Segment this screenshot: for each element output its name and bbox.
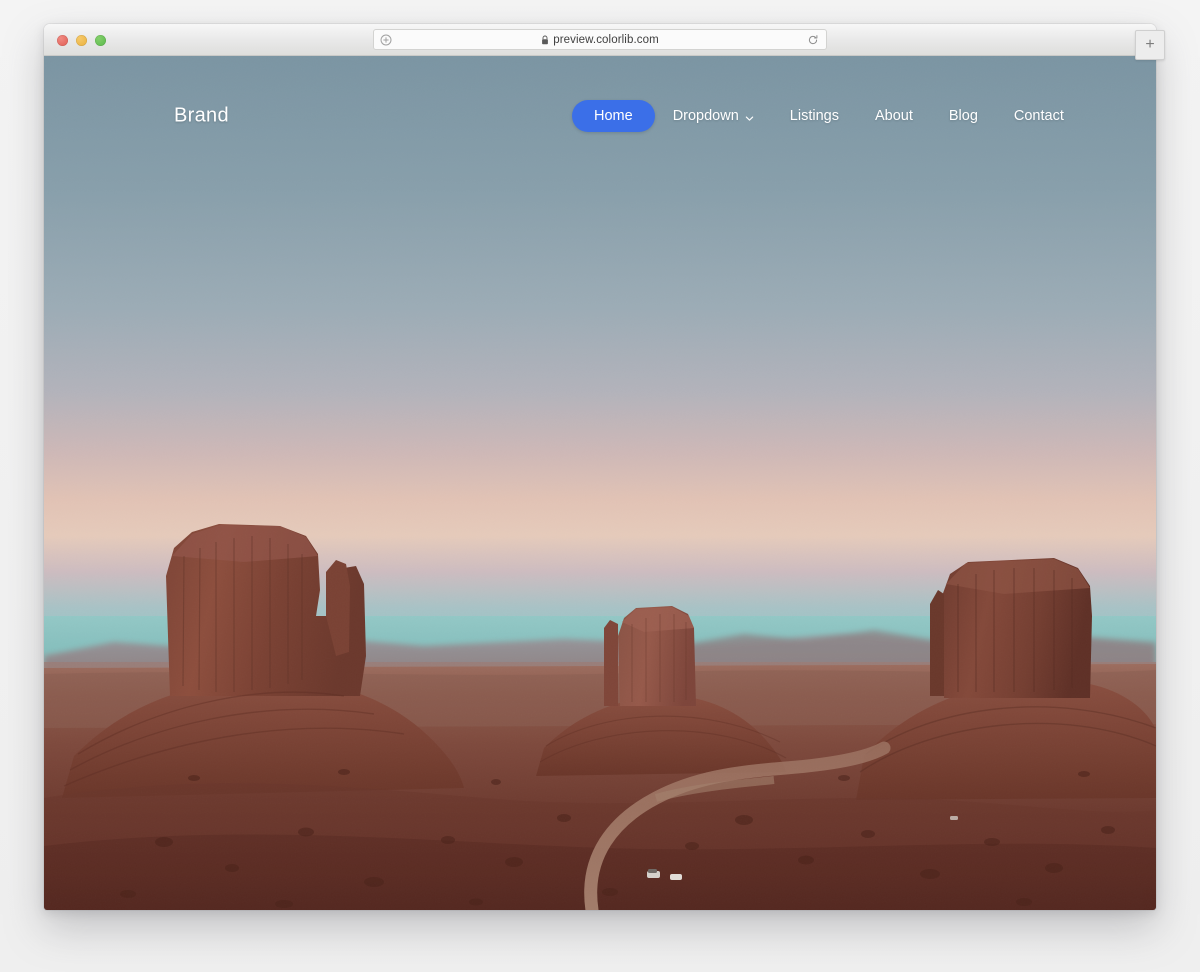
nav-item-contact[interactable]: Contact [996, 101, 1082, 131]
nav-links: Home Dropdown Listings About Blog Contac… [572, 100, 1082, 132]
nav-item-blog[interactable]: Blog [931, 101, 996, 131]
browser-titlebar: preview.colorlib.com + [44, 24, 1165, 60]
nav-item-listings[interactable]: Listings [772, 101, 857, 131]
add-site-icon[interactable] [380, 34, 392, 46]
chevron-down-icon [745, 111, 754, 121]
brand-logo[interactable]: Brand [174, 105, 229, 128]
window-controls [57, 24, 106, 56]
new-tab-button[interactable]: + [1135, 30, 1165, 60]
nav-item-about[interactable]: About [857, 101, 931, 131]
site-navigation: Brand Home Dropdown Listings About Blog … [44, 56, 1156, 176]
nav-item-contact-label: Contact [1013, 108, 1064, 124]
screenshot-root: preview.colorlib.com + Brand Home Dropdo… [0, 0, 1200, 972]
address-bar-content: preview.colorlib.com [541, 34, 659, 46]
page-viewport: Brand Home Dropdown Listings About Blog … [44, 56, 1156, 910]
nav-item-dropdown[interactable]: Dropdown [655, 101, 772, 131]
browser-window: preview.colorlib.com + Brand Home Dropdo… [44, 24, 1165, 910]
nav-item-home-label: Home [594, 108, 633, 124]
lock-icon [541, 35, 549, 45]
address-bar[interactable]: preview.colorlib.com [373, 29, 827, 50]
nav-item-about-label: About [874, 108, 913, 124]
nav-inner: Brand Home Dropdown Listings About Blog … [44, 56, 1156, 176]
hero-scene-svg [44, 56, 1156, 910]
minimize-window-button[interactable] [76, 34, 87, 46]
nav-item-home[interactable]: Home [572, 100, 655, 132]
reload-icon[interactable] [807, 34, 819, 46]
hero-image [44, 56, 1156, 910]
nav-item-listings-label: Listings [789, 108, 839, 124]
url-text: preview.colorlib.com [553, 33, 659, 46]
nav-item-blog-label: Blog [948, 108, 978, 124]
nav-item-dropdown-label: Dropdown [672, 108, 739, 124]
maximize-window-button[interactable] [95, 34, 106, 46]
close-window-button[interactable] [57, 34, 68, 46]
